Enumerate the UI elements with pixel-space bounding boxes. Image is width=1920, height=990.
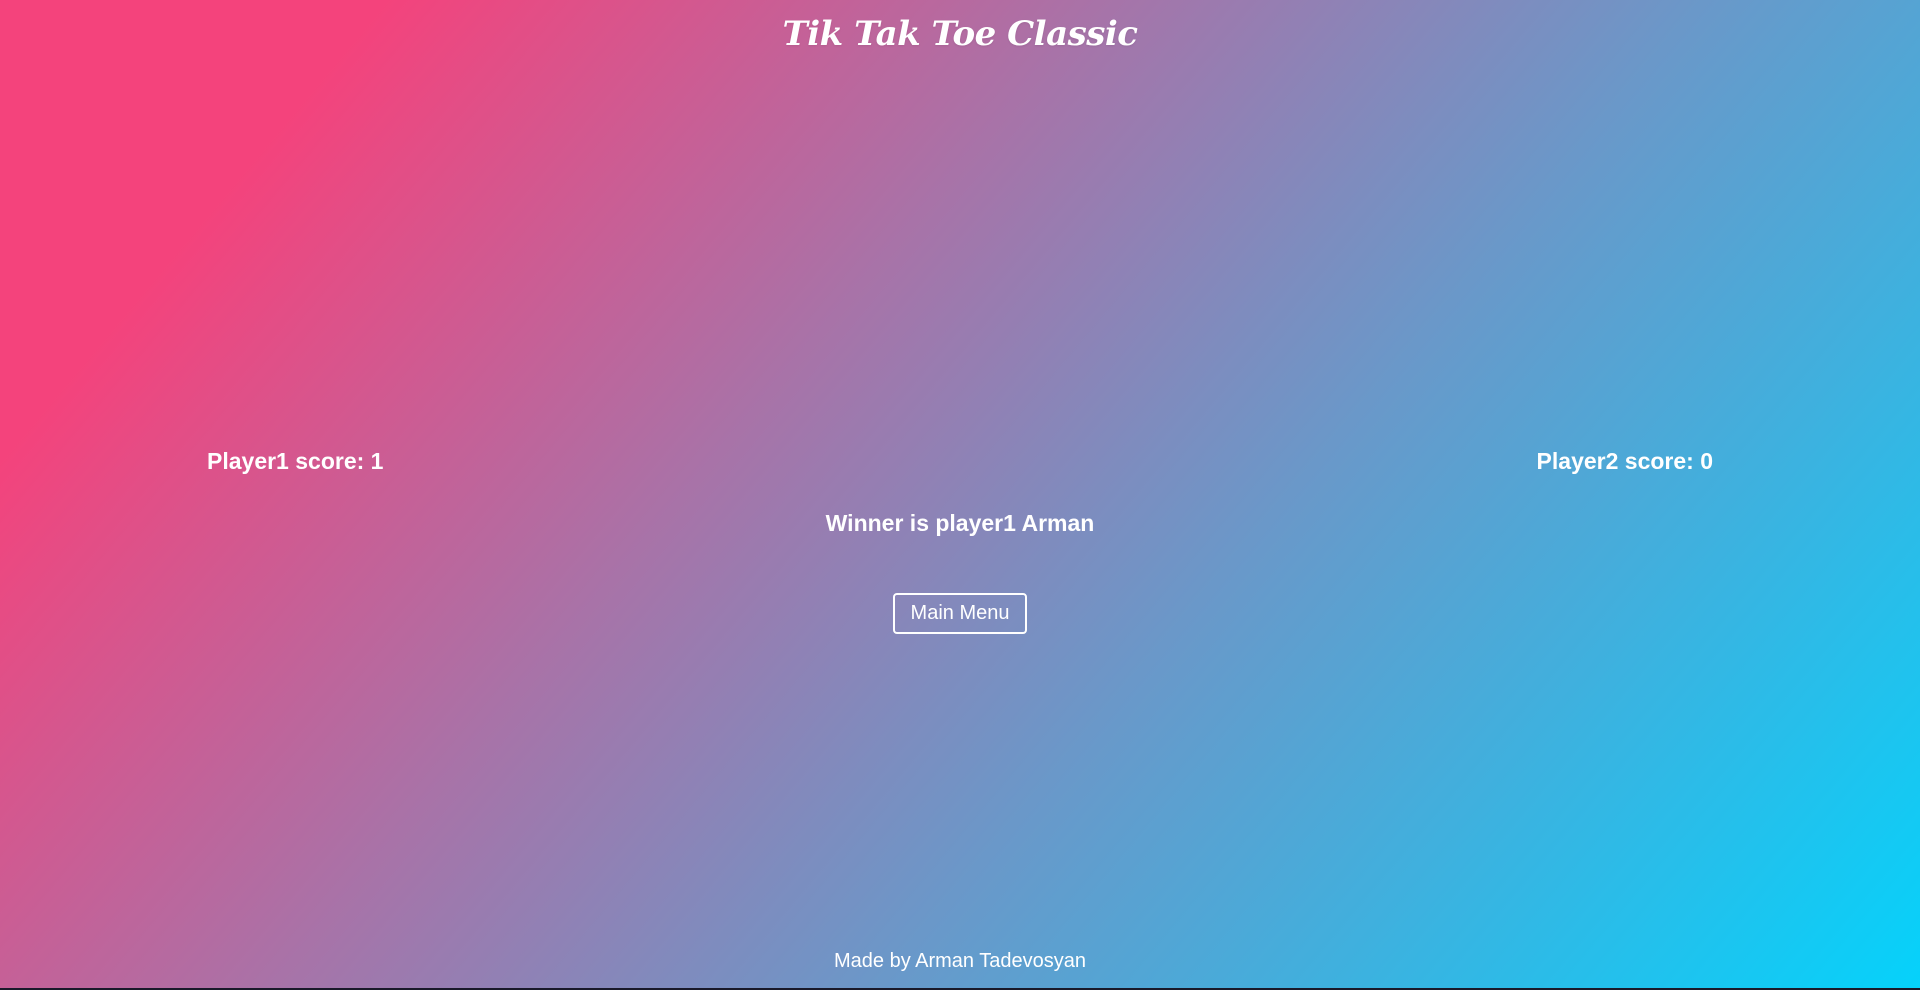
footer-credit: Made by Arman Tadevosyan (833, 950, 1086, 972)
player2-score: Player2 score: 0 (1536, 448, 1713, 474)
main-menu-button[interactable]: Main Menu (893, 593, 1027, 634)
winner-message: Winner is player1 Arman (825, 510, 1095, 536)
player1-score: Player1 score: 1 (207, 448, 384, 474)
game-title: Tik Tak Toe Classic (782, 14, 1138, 54)
